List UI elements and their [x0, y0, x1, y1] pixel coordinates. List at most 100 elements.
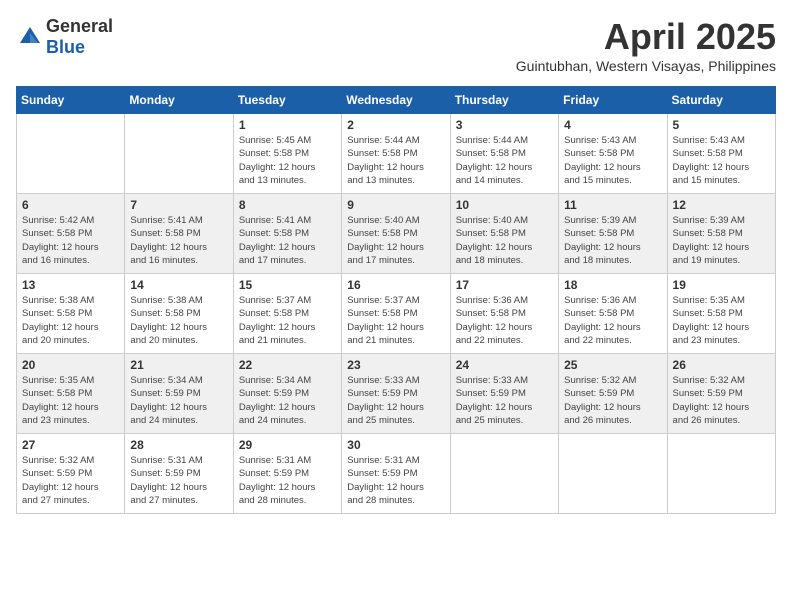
- calendar-week-row: 6 Sunrise: 5:42 AM Sunset: 5:58 PM Daylig…: [17, 194, 776, 274]
- day-number: 9: [347, 198, 444, 212]
- location-title: Guintubhan, Western Visayas, Philippines: [516, 58, 776, 74]
- month-title: April 2025: [516, 16, 776, 58]
- calendar-cell: 4 Sunrise: 5:43 AM Sunset: 5:58 PM Daylig…: [559, 114, 667, 194]
- calendar-cell: [17, 114, 125, 194]
- weekday-header-monday: Monday: [125, 87, 233, 114]
- title-area: April 2025 Guintubhan, Western Visayas, …: [516, 16, 776, 74]
- weekday-header-sunday: Sunday: [17, 87, 125, 114]
- calendar-cell: 10Sunrise: 5:40 AM Sunset: 5:58 PM Dayli…: [450, 194, 558, 274]
- calendar-week-row: 20 Sunrise: 5:35 AM Sunset: 5:58 PM Dayli…: [17, 354, 776, 434]
- day-number: 6: [22, 198, 119, 212]
- day-info: Sunrise: 5:40 AM Sunset: 5:58 PM Dayligh…: [347, 214, 444, 267]
- day-info: Sunrise: 5:43 AM Sunset: 5:58 PM Dayligh…: [564, 134, 661, 187]
- day-info: Sunrise: 5:33 AM Sunset: 5:59 PM Dayligh…: [347, 374, 444, 427]
- day-number: 18: [564, 278, 661, 292]
- day-info: Sunrise: 5:43 AM Sunset: 5:58 PM Dayligh…: [673, 134, 770, 187]
- day-number: 27: [22, 438, 119, 452]
- calendar-week-row: 13 Sunrise: 5:38 AM Sunset: 5:58 PM Dayli…: [17, 274, 776, 354]
- day-number: 13: [22, 278, 119, 292]
- day-info: Sunrise: 5:36 AM Sunset: 5:58 PM Dayligh…: [456, 294, 553, 347]
- calendar-cell: 1Sunrise: 5:45 AM Sunset: 5:58 PM Daylig…: [233, 114, 341, 194]
- day-number: 16: [347, 278, 444, 292]
- day-info: Sunrise: 5:35 AM Sunset: 5:58 PM Dayligh…: [22, 374, 119, 427]
- calendar-cell: 12 Sunrise: 5:39 AM Sunset: 5:58 PM Dayli…: [667, 194, 775, 274]
- day-number: 15: [239, 278, 336, 292]
- calendar-cell: 22Sunrise: 5:34 AM Sunset: 5:59 PM Dayli…: [233, 354, 341, 434]
- day-info: Sunrise: 5:32 AM Sunset: 5:59 PM Dayligh…: [22, 454, 119, 507]
- logo-text-general: General: [46, 16, 113, 36]
- day-info: Sunrise: 5:36 AM Sunset: 5:58 PM Dayligh…: [564, 294, 661, 347]
- day-info: Sunrise: 5:38 AM Sunset: 5:58 PM Dayligh…: [130, 294, 227, 347]
- day-number: 8: [239, 198, 336, 212]
- calendar-cell: 21 Sunrise: 5:34 AM Sunset: 5:59 PM Dayli…: [125, 354, 233, 434]
- day-info: Sunrise: 5:37 AM Sunset: 5:58 PM Dayligh…: [239, 294, 336, 347]
- calendar-cell: [559, 434, 667, 514]
- day-number: 10: [456, 198, 553, 212]
- day-number: 5: [673, 118, 770, 132]
- weekday-header-thursday: Thursday: [450, 87, 558, 114]
- logo: General Blue: [16, 16, 113, 58]
- weekday-header-saturday: Saturday: [667, 87, 775, 114]
- calendar-cell: 16 Sunrise: 5:37 AM Sunset: 5:58 PM Dayli…: [342, 274, 450, 354]
- day-info: Sunrise: 5:44 AM Sunset: 5:58 PM Dayligh…: [456, 134, 553, 187]
- day-info: Sunrise: 5:45 AM Sunset: 5:58 PM Dayligh…: [239, 134, 336, 187]
- calendar-table: SundayMondayTuesdayWednesdayThursdayFrid…: [16, 86, 776, 514]
- calendar-cell: 8Sunrise: 5:41 AM Sunset: 5:58 PM Daylig…: [233, 194, 341, 274]
- calendar-cell: 25Sunrise: 5:32 AM Sunset: 5:59 PM Dayli…: [559, 354, 667, 434]
- day-info: Sunrise: 5:39 AM Sunset: 5:58 PM Dayligh…: [564, 214, 661, 267]
- day-info: Sunrise: 5:34 AM Sunset: 5:59 PM Dayligh…: [130, 374, 227, 427]
- calendar-cell: 26Sunrise: 5:32 AM Sunset: 5:59 PM Dayli…: [667, 354, 775, 434]
- logo-text-blue: Blue: [46, 37, 85, 57]
- day-number: 3: [456, 118, 553, 132]
- calendar-cell: 17 Sunrise: 5:36 AM Sunset: 5:58 PM Dayli…: [450, 274, 558, 354]
- day-info: Sunrise: 5:39 AM Sunset: 5:58 PM Dayligh…: [673, 214, 770, 267]
- day-number: 19: [673, 278, 770, 292]
- day-number: 30: [347, 438, 444, 452]
- day-info: Sunrise: 5:31 AM Sunset: 5:59 PM Dayligh…: [347, 454, 444, 507]
- calendar-cell: 30 Sunrise: 5:31 AM Sunset: 5:59 PM Dayli…: [342, 434, 450, 514]
- day-info: Sunrise: 5:31 AM Sunset: 5:59 PM Dayligh…: [130, 454, 227, 507]
- day-number: 20: [22, 358, 119, 372]
- header: General Blue April 2025 Guintubhan, West…: [16, 16, 776, 74]
- calendar-cell: 20 Sunrise: 5:35 AM Sunset: 5:58 PM Dayli…: [17, 354, 125, 434]
- logo-icon: [16, 23, 44, 51]
- day-number: 23: [347, 358, 444, 372]
- calendar-header-row: SundayMondayTuesdayWednesdayThursdayFrid…: [17, 87, 776, 114]
- day-number: 12: [673, 198, 770, 212]
- day-number: 28: [130, 438, 227, 452]
- calendar-cell: 7 Sunrise: 5:41 AM Sunset: 5:58 PM Daylig…: [125, 194, 233, 274]
- calendar-cell: 23 Sunrise: 5:33 AM Sunset: 5:59 PM Dayli…: [342, 354, 450, 434]
- calendar-cell: 11Sunrise: 5:39 AM Sunset: 5:58 PM Dayli…: [559, 194, 667, 274]
- day-info: Sunrise: 5:34 AM Sunset: 5:59 PM Dayligh…: [239, 374, 336, 427]
- weekday-header-wednesday: Wednesday: [342, 87, 450, 114]
- calendar-cell: [667, 434, 775, 514]
- calendar-cell: 14Sunrise: 5:38 AM Sunset: 5:58 PM Dayli…: [125, 274, 233, 354]
- calendar-cell: 6 Sunrise: 5:42 AM Sunset: 5:58 PM Daylig…: [17, 194, 125, 274]
- calendar-cell: 28 Sunrise: 5:31 AM Sunset: 5:59 PM Dayli…: [125, 434, 233, 514]
- day-info: Sunrise: 5:38 AM Sunset: 5:58 PM Dayligh…: [22, 294, 119, 347]
- calendar-week-row: 27 Sunrise: 5:32 AM Sunset: 5:59 PM Dayli…: [17, 434, 776, 514]
- day-number: 17: [456, 278, 553, 292]
- day-info: Sunrise: 5:33 AM Sunset: 5:59 PM Dayligh…: [456, 374, 553, 427]
- calendar-cell: 18 Sunrise: 5:36 AM Sunset: 5:58 PM Dayli…: [559, 274, 667, 354]
- calendar-cell: 29Sunrise: 5:31 AM Sunset: 5:59 PM Dayli…: [233, 434, 341, 514]
- day-info: Sunrise: 5:31 AM Sunset: 5:59 PM Dayligh…: [239, 454, 336, 507]
- calendar-cell: [450, 434, 558, 514]
- calendar-cell: 15 Sunrise: 5:37 AM Sunset: 5:58 PM Dayli…: [233, 274, 341, 354]
- calendar-cell: 19 Sunrise: 5:35 AM Sunset: 5:58 PM Dayli…: [667, 274, 775, 354]
- day-number: 21: [130, 358, 227, 372]
- day-info: Sunrise: 5:37 AM Sunset: 5:58 PM Dayligh…: [347, 294, 444, 347]
- day-info: Sunrise: 5:35 AM Sunset: 5:58 PM Dayligh…: [673, 294, 770, 347]
- day-number: 2: [347, 118, 444, 132]
- day-number: 4: [564, 118, 661, 132]
- day-info: Sunrise: 5:32 AM Sunset: 5:59 PM Dayligh…: [564, 374, 661, 427]
- calendar-cell: 2 Sunrise: 5:44 AM Sunset: 5:58 PM Daylig…: [342, 114, 450, 194]
- calendar-cell: [125, 114, 233, 194]
- day-number: 7: [130, 198, 227, 212]
- calendar-cell: 3 Sunrise: 5:44 AM Sunset: 5:58 PM Daylig…: [450, 114, 558, 194]
- calendar-cell: 24Sunrise: 5:33 AM Sunset: 5:59 PM Dayli…: [450, 354, 558, 434]
- day-info: Sunrise: 5:44 AM Sunset: 5:58 PM Dayligh…: [347, 134, 444, 187]
- day-info: Sunrise: 5:42 AM Sunset: 5:58 PM Dayligh…: [22, 214, 119, 267]
- calendar-cell: 9 Sunrise: 5:40 AM Sunset: 5:58 PM Daylig…: [342, 194, 450, 274]
- day-info: Sunrise: 5:41 AM Sunset: 5:58 PM Dayligh…: [130, 214, 227, 267]
